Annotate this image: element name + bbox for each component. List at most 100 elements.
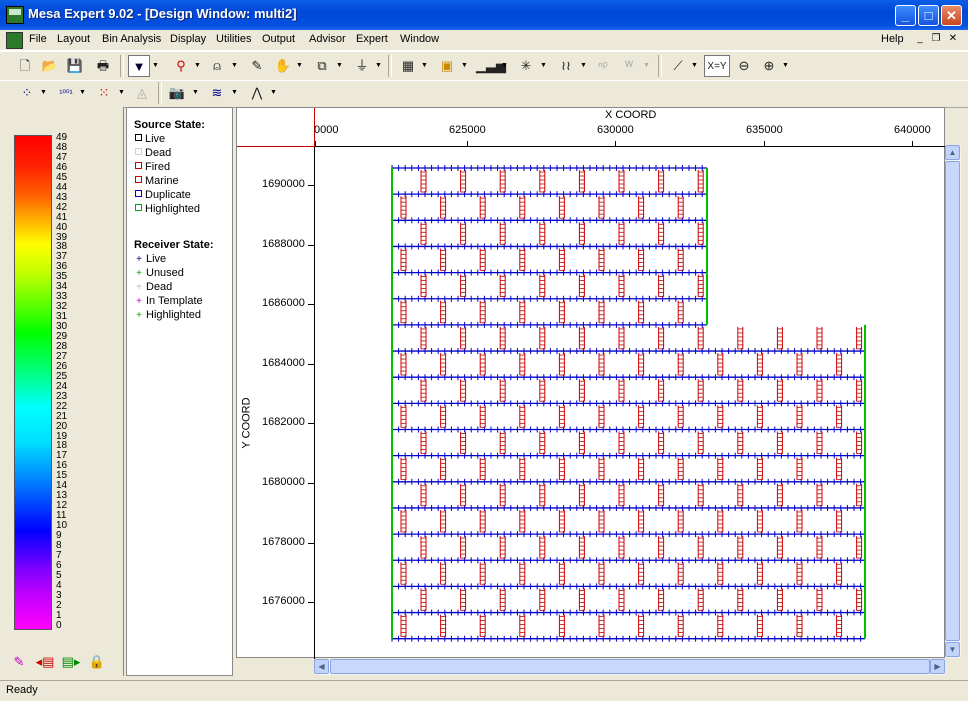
bin-fold-icon[interactable]: ▣: [436, 55, 458, 77]
menu-layout[interactable]: Layout: [57, 33, 90, 45]
chevron-down-icon[interactable]: ▼: [421, 55, 428, 77]
y-tick-label: 1676000: [262, 595, 305, 608]
plus-icon: +: [136, 282, 142, 293]
chevron-down-icon[interactable]: ▼: [192, 82, 199, 104]
receiver-tool-icon[interactable]: ⚲: [170, 55, 192, 77]
y-axis: Y COORD 1690000 1688000 1686000 1684000 1682…: [237, 147, 315, 659]
patch-icon[interactable]: ⁙: [93, 82, 115, 104]
new-file-icon[interactable]: 🗋: [14, 55, 36, 77]
menu-file[interactable]: File: [29, 33, 47, 45]
chevron-down-icon[interactable]: ▼: [231, 82, 238, 104]
source-legend-item: Fired: [135, 161, 170, 173]
color-scale-label: 0: [56, 619, 62, 631]
status-bar: Ready: [0, 680, 968, 701]
horizontal-scrollbar[interactable]: ◀ ▶: [314, 659, 945, 675]
ray-trace-icon[interactable]: ⋀: [246, 82, 268, 104]
app-icon[interactable]: [6, 6, 24, 24]
print-icon[interactable]: 🖶: [92, 55, 114, 77]
receiver-legend-item: + Live: [135, 253, 166, 265]
menu-display[interactable]: Display: [170, 33, 206, 45]
contour-icon[interactable]: ≋: [206, 82, 228, 104]
x-tick-label: 640000: [894, 124, 931, 136]
survey-layout[interactable]: [315, 147, 944, 657]
menu-expert[interactable]: Expert: [356, 33, 388, 45]
chevron-down-icon[interactable]: ▼: [782, 55, 789, 77]
square-icon: [135, 190, 142, 197]
secondary-toolbar: ⁘ ▼ ¹⁰⁰¹ ▼ ⁙ ▼ ◬ 📷 ▼ ≋ ▼ ⋀ ▼: [0, 80, 968, 108]
copy-layers-icon[interactable]: ⧉: [311, 55, 333, 77]
chevron-down-icon[interactable]: ▼: [40, 82, 47, 104]
save-icon[interactable]: 💾: [64, 55, 86, 77]
menu-help[interactable]: Help: [881, 33, 904, 45]
x-equals-y-button[interactable]: X=Y: [704, 55, 730, 77]
menu-bin-analysis[interactable]: Bin Analysis: [102, 33, 161, 45]
horizontal-scroll-thumb[interactable]: [330, 659, 930, 674]
lock-icon[interactable]: 🔒: [86, 651, 108, 673]
vertical-scrollbar[interactable]: ▲ ▼: [945, 145, 961, 658]
survey-lines: [391, 165, 866, 642]
chevron-down-icon[interactable]: ▼: [375, 55, 382, 77]
palette-prev-icon[interactable]: ◂▤: [34, 651, 56, 673]
mdi-minimize-icon[interactable]: _: [913, 32, 927, 46]
zoom-out-icon[interactable]: ⊖: [733, 55, 755, 77]
square-icon: [135, 148, 142, 155]
minimize-button[interactable]: _: [895, 5, 916, 26]
pan-hand-icon[interactable]: ✋: [272, 55, 294, 77]
menu-advisor[interactable]: Advisor: [309, 33, 346, 45]
chevron-down-icon[interactable]: ▼: [540, 55, 547, 77]
chevron-down-icon[interactable]: ▼: [296, 55, 303, 77]
numbering-icon[interactable]: ¹⁰⁰¹: [55, 82, 77, 104]
angle-45-icon[interactable]: ⟋: [667, 55, 689, 77]
edit-palette-icon[interactable]: ✎: [8, 651, 30, 673]
zoom-icon[interactable]: ⊕: [758, 55, 780, 77]
scroll-right-icon[interactable]: ▶: [930, 659, 945, 674]
y-axis-title: Y COORD: [240, 397, 253, 449]
square-icon: [135, 176, 142, 183]
chevron-down-icon[interactable]: ▼: [461, 55, 468, 77]
y-tick-label: 1678000: [262, 535, 305, 548]
spider-icon[interactable]: ✳: [515, 55, 537, 77]
receiver-legend-item: + In Template: [135, 295, 203, 307]
design-plot[interactable]: X COORD 0000 625000 630000 635000 640000 Y C…: [236, 107, 946, 659]
mdi-restore-icon[interactable]: ❐: [929, 32, 943, 46]
receiver-legend-item: + Dead: [135, 281, 172, 293]
document-icon[interactable]: [6, 32, 23, 49]
scatter-icon[interactable]: ⁘: [16, 82, 38, 104]
camera-icon[interactable]: 📷: [166, 82, 188, 104]
template-tool-icon[interactable]: ⍝: [206, 55, 228, 77]
scroll-up-icon[interactable]: ▲: [945, 145, 960, 160]
maximize-button[interactable]: □: [918, 5, 939, 26]
chevron-down-icon[interactable]: ▼: [501, 55, 508, 77]
legend-label: Live: [146, 253, 167, 265]
chevron-down-icon[interactable]: ▼: [118, 82, 125, 104]
menu-output[interactable]: Output: [262, 33, 295, 45]
source-legend-item: Dead: [135, 147, 171, 159]
chevron-down-icon[interactable]: ▼: [152, 55, 159, 77]
plus-icon: +: [136, 296, 142, 307]
scroll-left-icon[interactable]: ◀: [314, 659, 329, 674]
open-folder-icon[interactable]: 📂: [39, 55, 61, 77]
close-button[interactable]: ✕: [941, 5, 962, 26]
vertical-scroll-thumb[interactable]: [945, 161, 960, 641]
chevron-down-icon[interactable]: ▼: [79, 82, 86, 104]
chevron-down-icon[interactable]: ▼: [691, 55, 698, 77]
chevron-down-icon[interactable]: ▼: [580, 55, 587, 77]
menu-utilities[interactable]: Utilities: [216, 33, 251, 45]
wave-icon[interactable]: ≀≀: [555, 55, 577, 77]
scroll-down-icon[interactable]: ▼: [945, 642, 960, 657]
palette-next-icon[interactable]: ▤▸: [60, 651, 82, 673]
source-legend-item: Live: [135, 133, 165, 145]
chevron-down-icon[interactable]: ▼: [336, 55, 343, 77]
chevron-down-icon[interactable]: ▼: [270, 82, 277, 104]
edit-pencil-icon[interactable]: ✎: [246, 55, 268, 77]
mdi-close-icon[interactable]: ✕: [946, 32, 960, 46]
menu-window[interactable]: Window: [400, 33, 439, 45]
legend-label: Duplicate: [145, 189, 191, 201]
filter-icon[interactable]: ⏚: [351, 55, 373, 77]
square-icon: [135, 134, 142, 141]
source-tool-icon[interactable]: ▼: [128, 55, 150, 77]
grid-icon[interactable]: ▦: [397, 55, 419, 77]
chevron-down-icon[interactable]: ▼: [231, 55, 238, 77]
chevron-down-icon[interactable]: ▼: [194, 55, 201, 77]
histogram-icon[interactable]: ▁▃▅: [476, 55, 506, 77]
